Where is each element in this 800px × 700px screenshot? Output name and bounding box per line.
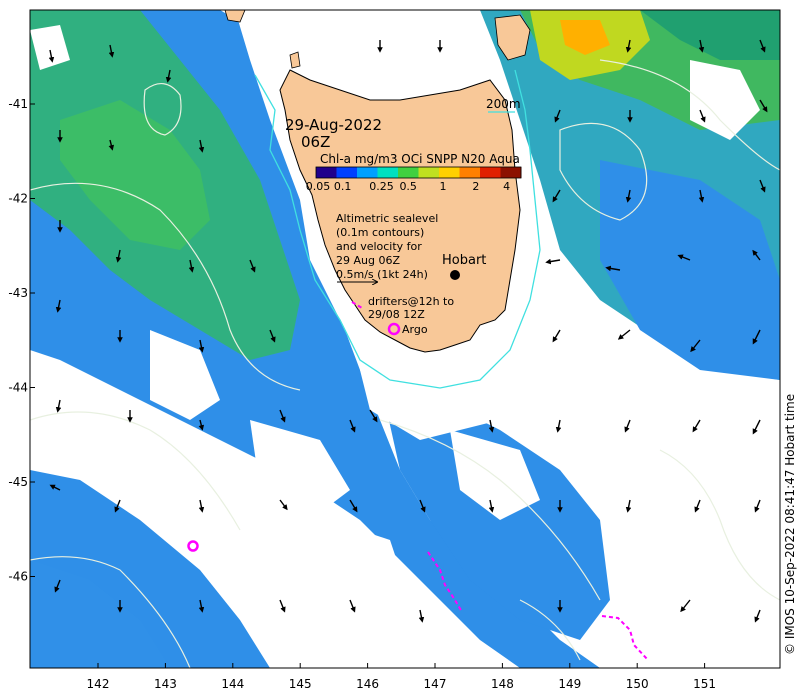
- copyright-text: © IMOS 10-Sep-2022 08:41:47 Hobart time: [783, 394, 797, 655]
- colorbar-segment: [357, 167, 378, 178]
- drifters-label-1: drifters@12h to: [368, 295, 454, 308]
- x-tick-label: 147: [424, 677, 447, 691]
- colorbar-segment: [459, 167, 481, 178]
- plot-area: 0.05 0.1 0.25 0.5 1 2 4 29-Aug-2022 06Z 200m C…: [30, 10, 780, 668]
- y-tick-label: -41: [8, 97, 28, 111]
- map-time: 06Z: [301, 133, 330, 151]
- colorbar-segment: [439, 167, 460, 178]
- argo-label: Argo: [402, 323, 428, 336]
- annotation-line-5: 0.5m/s (1kt 24h): [336, 268, 428, 281]
- colorbar-segment: [418, 167, 440, 178]
- colorbar-tick-label: 2: [472, 180, 479, 193]
- colorbar-tick-label: 0.5: [399, 180, 417, 193]
- city-label-hobart: Hobart: [442, 253, 486, 268]
- x-tick-label: 143: [154, 677, 177, 691]
- x-tick-label: 149: [558, 677, 581, 691]
- y-tick-label: -45: [8, 475, 28, 489]
- colorbar-segment: [398, 167, 419, 178]
- colorbar-tick-label: 1: [440, 180, 447, 193]
- king-island: [289, 51, 301, 69]
- map-figure: 0.05 0.1 0.25 0.5 1 2 4 29-Aug-2022 06Z 200m C…: [8, 9, 797, 691]
- annotation-line-4: 29 Aug 06Z: [336, 254, 400, 267]
- annotation-line-1: Altimetric sealevel: [336, 212, 438, 225]
- map-date: 29-Aug-2022: [285, 116, 382, 134]
- colorbar-segment: [480, 167, 501, 178]
- y-tick-label: -46: [8, 570, 28, 584]
- colorbar-title: Chl-a mg/m3 OCi SNPP N20 Aqua: [320, 152, 520, 166]
- x-tick-label: 144: [221, 677, 244, 691]
- colorbar-segment: [336, 167, 358, 178]
- colorbar-segment: [316, 167, 337, 178]
- colorbar-tick-label: 0.1: [334, 180, 352, 193]
- y-tick-label: -44: [8, 381, 28, 395]
- colorbar-tick-label: 0.25: [369, 180, 394, 193]
- colorbar-tick-label: 4: [503, 180, 510, 193]
- scale-label: 200m: [486, 97, 521, 111]
- colorbar-tick-label: 0.05: [306, 180, 331, 193]
- x-tick-label: 148: [491, 677, 514, 691]
- drifters-label-2: 29/08 12Z: [368, 308, 425, 321]
- hobart-marker: [450, 270, 460, 280]
- annotation-line-2: (0.1m contours): [336, 226, 424, 239]
- annotation-line-3: and velocity for: [336, 240, 422, 253]
- colorbar-segment: [377, 167, 399, 178]
- x-tick-label: 145: [289, 677, 312, 691]
- x-tick-label: 146: [356, 677, 379, 691]
- y-tick-label: -42: [8, 192, 28, 206]
- x-tick-label: 142: [87, 677, 110, 691]
- x-tick-label: 151: [693, 677, 716, 691]
- y-tick-label: -43: [8, 286, 28, 300]
- colorbar-segment: [500, 167, 522, 178]
- x-tick-label: 150: [626, 677, 649, 691]
